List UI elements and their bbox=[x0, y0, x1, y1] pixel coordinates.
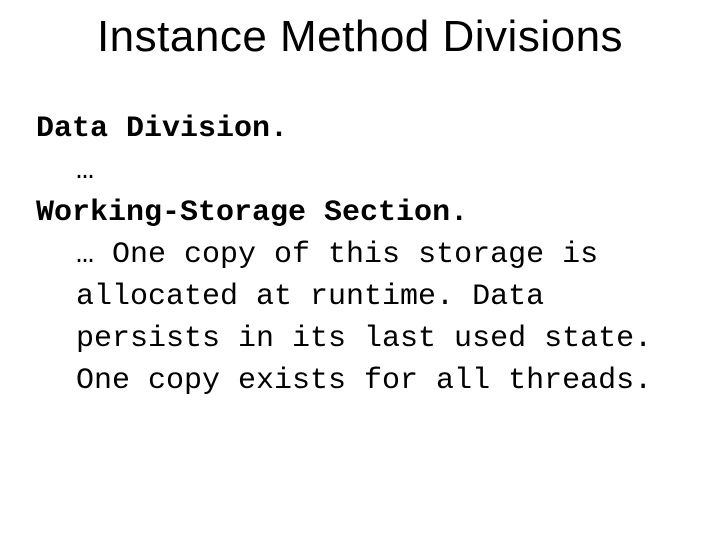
description-paragraph: … One copy of this storage is allocated … bbox=[36, 234, 684, 402]
ellipsis-line-1: … bbox=[36, 150, 684, 192]
data-division-heading: Data Division. bbox=[36, 108, 684, 150]
slide-body: Data Division. … Working-Storage Section… bbox=[36, 108, 684, 402]
working-storage-heading: Working-Storage Section. bbox=[36, 192, 684, 234]
slide: Instance Method Divisions Data Division.… bbox=[0, 0, 720, 540]
slide-title: Instance Method Divisions bbox=[0, 12, 720, 62]
ellipsis-lead: … bbox=[76, 238, 112, 272]
description-text: One copy of this storage is allocated at… bbox=[76, 238, 652, 398]
